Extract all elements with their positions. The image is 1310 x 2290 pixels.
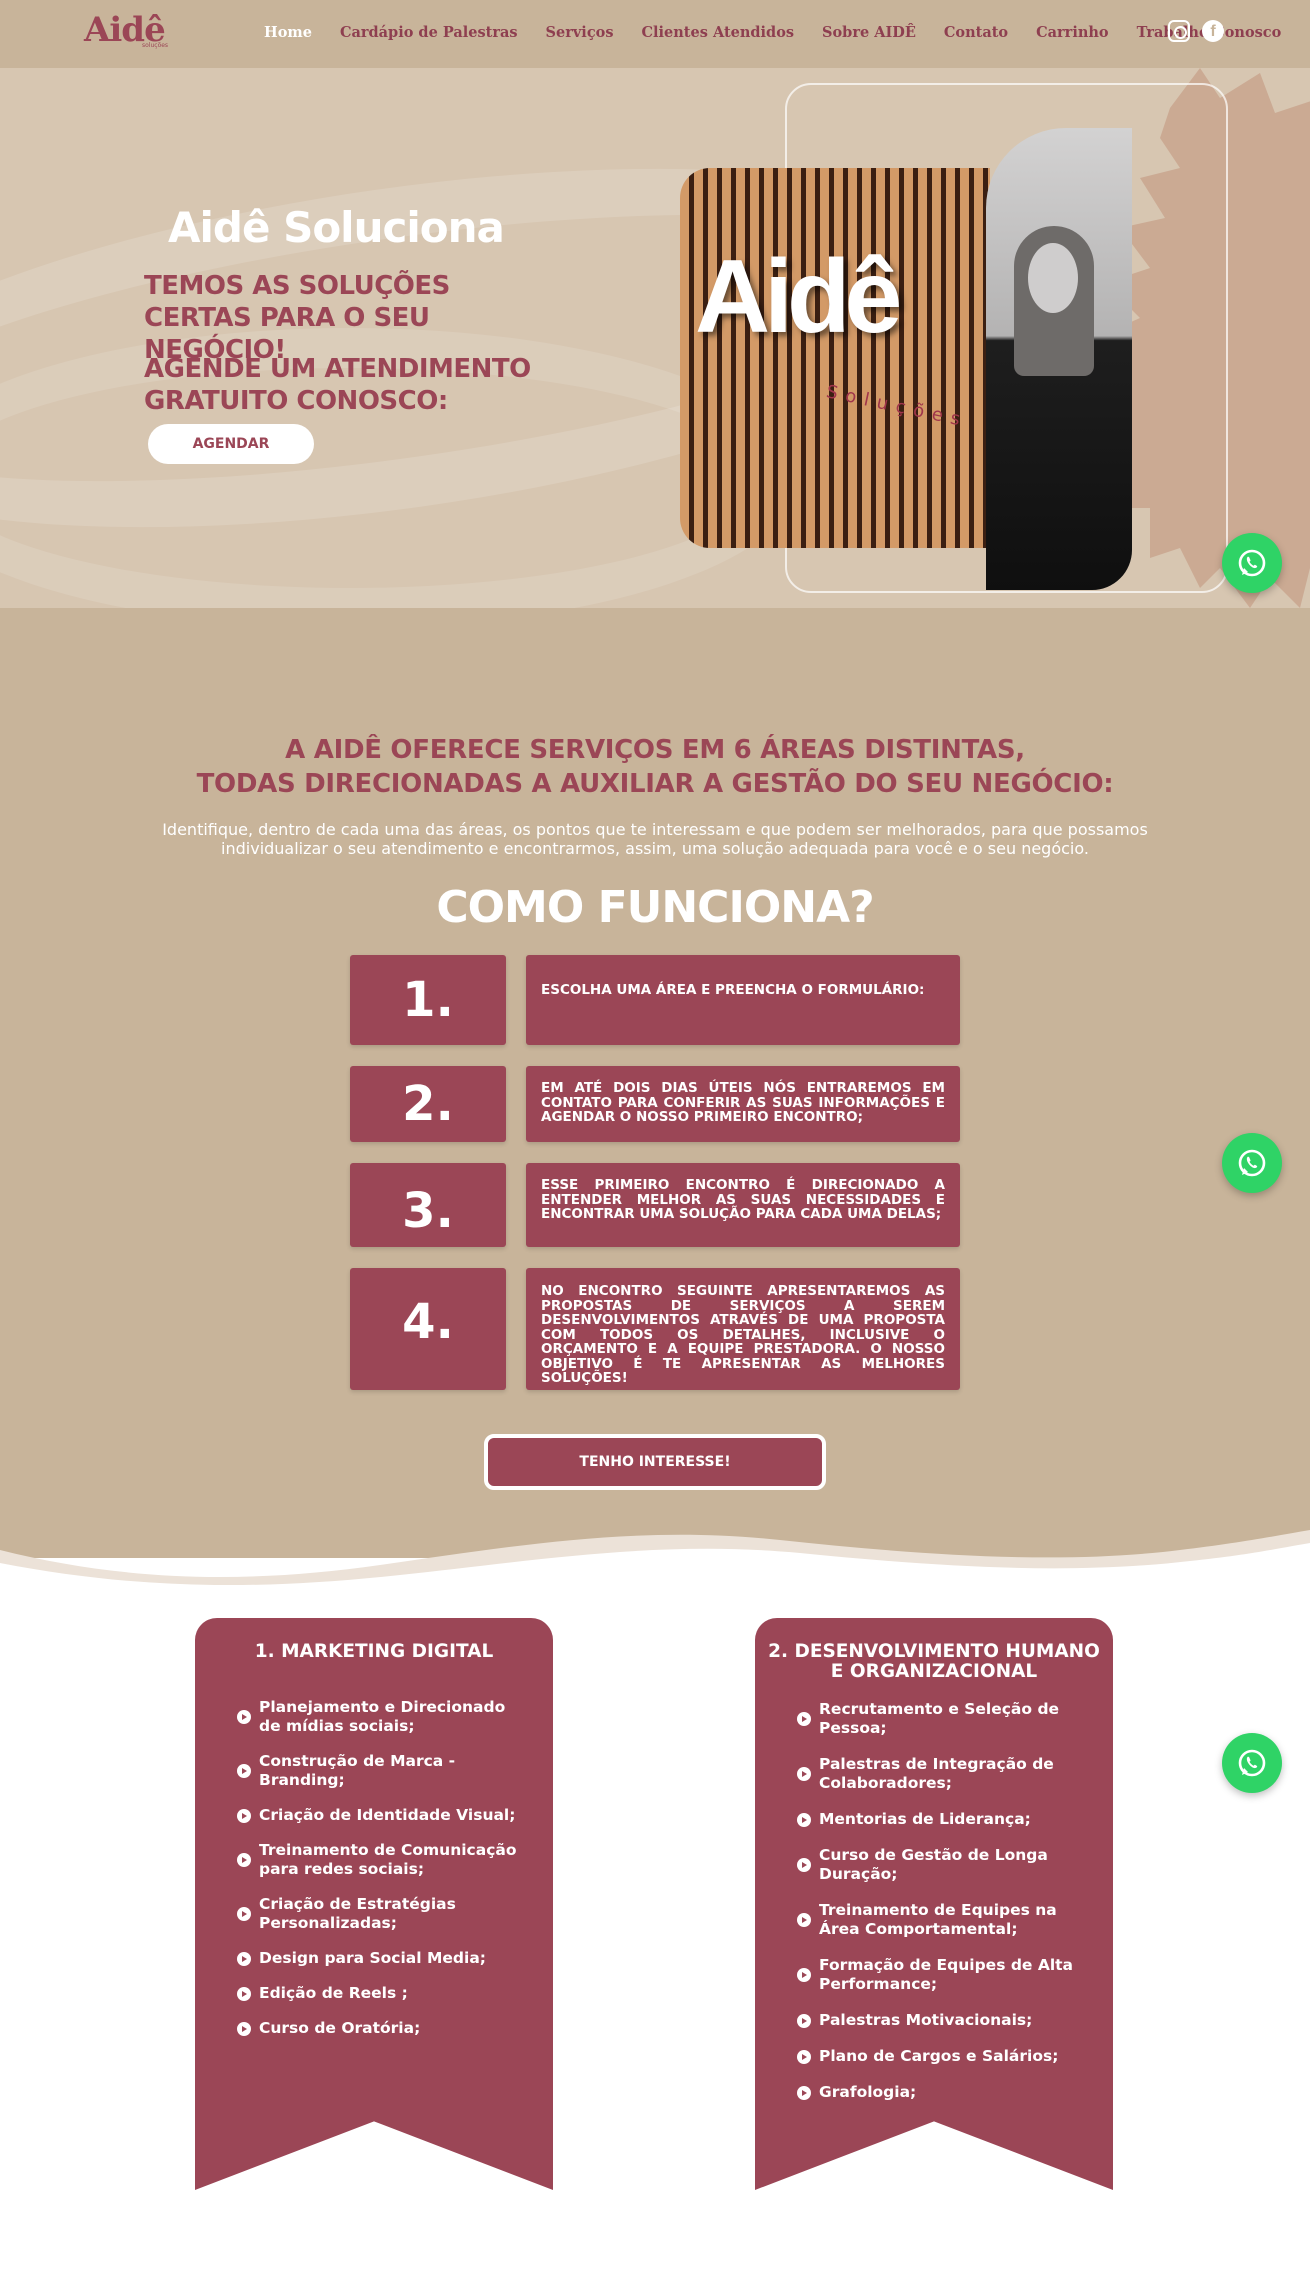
circle-play-icon: [797, 1858, 811, 1872]
circle-play-icon: [797, 1968, 811, 1982]
nav-servicos[interactable]: Serviços: [546, 24, 614, 41]
whatsapp-button[interactable]: [1222, 533, 1282, 593]
circle-play-icon: [237, 1907, 251, 1921]
service-card-marketing: 1. MARKETING DIGITAL Planejamento e Dire…: [195, 1618, 553, 2190]
list-item: Treinamento de Comunicação para redes so…: [237, 1841, 527, 1879]
step-number: 3.: [350, 1163, 506, 1247]
list-item: Plano de Cargos e Salários;: [797, 2047, 1087, 2066]
circle-play-icon: [237, 1951, 251, 1966]
circle-play-icon: [237, 1710, 251, 1724]
list-item: Edição de Reels ;: [237, 1984, 527, 2003]
facebook-icon[interactable]: f: [1202, 20, 1224, 42]
list-item: Construção de Marca - Branding;: [237, 1752, 527, 1790]
step-text: EM ATÉ DOIS DIAS ÚTEIS NÓS ENTRAREMOS EM…: [526, 1066, 960, 1142]
list-item: Grafologia;: [797, 2083, 1087, 2102]
circle-play-icon: [797, 2013, 811, 2028]
list-item: Recrutamento e Seleção de Pessoa;: [797, 1700, 1087, 1738]
image-logo: Aidê: [695, 239, 902, 355]
image-logo-subtitle: Soluções: [824, 381, 970, 432]
list-item: Curso de Oratória;: [237, 2019, 527, 2038]
hero-section: Aidê Soluções Aidê Soluciona TEMOS AS SO…: [0, 68, 1310, 608]
hero-title: Aidê Soluciona: [168, 203, 505, 252]
step-text: NO ENCONTRO SEGUINTE APRESENTAREMOS AS P…: [526, 1268, 960, 1390]
service-title: 2. DESENVOLVIMENTO HUMANO E ORGANIZACION…: [768, 1641, 1100, 1682]
step-text: ESSE PRIMEIRO ENCONTRO É DIRECIONADO A E…: [526, 1163, 960, 1247]
nav-carrinho[interactable]: Carrinho: [1036, 24, 1108, 41]
hero-cta-text: AGENDE UM ATENDIMENTO GRATUITO CONOSCO:: [144, 354, 531, 416]
nav-cardapio-palestras[interactable]: Cardápio de Palestras: [340, 24, 518, 41]
whatsapp-icon: [1238, 1749, 1266, 1777]
list-item: Curso de Gestão de Longa Duração;: [797, 1846, 1087, 1884]
service-card-desenvolvimento: 2. DESENVOLVIMENTO HUMANO E ORGANIZACION…: [755, 1618, 1113, 2190]
step-number: 1.: [350, 955, 506, 1045]
areas-title-line1: A AIDÊ OFERECE SERVIÇOS EM 6 ÁREAS DISTI…: [285, 735, 1025, 765]
nav-clientes-atendidos[interactable]: Clientes Atendidos: [641, 24, 794, 41]
areas-title: A AIDÊ OFERECE SERVIÇOS EM 6 ÁREAS DISTI…: [0, 733, 1310, 801]
list-item: Mentorias de Liderança;: [797, 1810, 1087, 1829]
whatsapp-button[interactable]: [1222, 1133, 1282, 1193]
list-item: Design para Social Media;: [237, 1949, 527, 1968]
logo-subtitle: soluções: [142, 42, 169, 49]
whatsapp-icon: [1238, 549, 1266, 577]
circle-play-icon: [237, 1986, 251, 2001]
agendar-button[interactable]: AGENDAR: [148, 424, 314, 464]
portrait-face: [1028, 243, 1078, 313]
areas-description: Identifique, dentro de cada uma das área…: [162, 820, 1148, 858]
list-item: Criação de Estratégias Personalizadas;: [237, 1895, 527, 1933]
circle-play-icon: [797, 2085, 811, 2100]
circle-play-icon: [797, 1913, 811, 1927]
como-funciona-title: COMO FUNCIONA?: [436, 882, 874, 933]
circle-play-icon: [237, 1808, 251, 1823]
service-list: Recrutamento e Seleção de Pessoa; Palest…: [797, 1700, 1087, 2119]
service-list: Planejamento e Direcionado de mídias soc…: [237, 1698, 527, 2054]
step-number: 2.: [350, 1066, 506, 1142]
areas-title-line2: TODAS DIRECIONADAS A AUXILIAR A GESTÃO D…: [196, 769, 1114, 799]
nav-contato[interactable]: Contato: [944, 24, 1008, 41]
circle-play-icon: [797, 1812, 811, 1827]
tenho-interesse-button[interactable]: TENHO INTERESSE!: [484, 1434, 826, 1490]
whatsapp-icon: [1238, 1149, 1266, 1177]
circle-play-icon: [797, 1767, 811, 1781]
portrait-photo: [986, 128, 1132, 590]
step-number: 4.: [350, 1268, 506, 1390]
wood-panel-image: Aidê Soluções: [680, 168, 990, 548]
main-nav: Home Cardápio de Palestras Serviços Clie…: [264, 24, 1309, 41]
whatsapp-button[interactable]: [1222, 1733, 1282, 1793]
nav-home[interactable]: Home: [264, 24, 312, 41]
circle-play-icon: [237, 2021, 251, 2036]
hero-subtitle: TEMOS AS SOLUÇÕES CERTAS PARA O SEU NEGÓ…: [144, 271, 450, 365]
list-item: Criação de Identidade Visual;: [237, 1806, 527, 1825]
list-item: Palestras de Integração de Colaboradores…: [797, 1755, 1087, 1793]
list-item: Palestras Motivacionais;: [797, 2011, 1087, 2030]
circle-play-icon: [797, 2049, 811, 2064]
circle-play-icon: [797, 1712, 811, 1726]
instagram-icon[interactable]: [1168, 20, 1190, 42]
list-item: Treinamento de Equipes na Área Comportam…: [797, 1901, 1087, 1939]
wave-divider: [0, 1530, 1310, 1585]
circle-play-icon: [237, 1853, 251, 1867]
nav-sobre-aide[interactable]: Sobre AIDÊ: [822, 24, 916, 41]
service-title: 1. MARKETING DIGITAL: [254, 1641, 494, 1662]
circle-play-icon: [237, 1764, 251, 1778]
step-text: ESCOLHA UMA ÁREA E PREENCHA O FORMULÁRIO…: [526, 955, 960, 1045]
site-header: Aidê soluções Home Cardápio de Palestras…: [0, 0, 1310, 68]
list-item: Formação de Equipes de Alta Performance;: [797, 1956, 1087, 1994]
list-item: Planejamento e Direcionado de mídias soc…: [237, 1698, 527, 1736]
